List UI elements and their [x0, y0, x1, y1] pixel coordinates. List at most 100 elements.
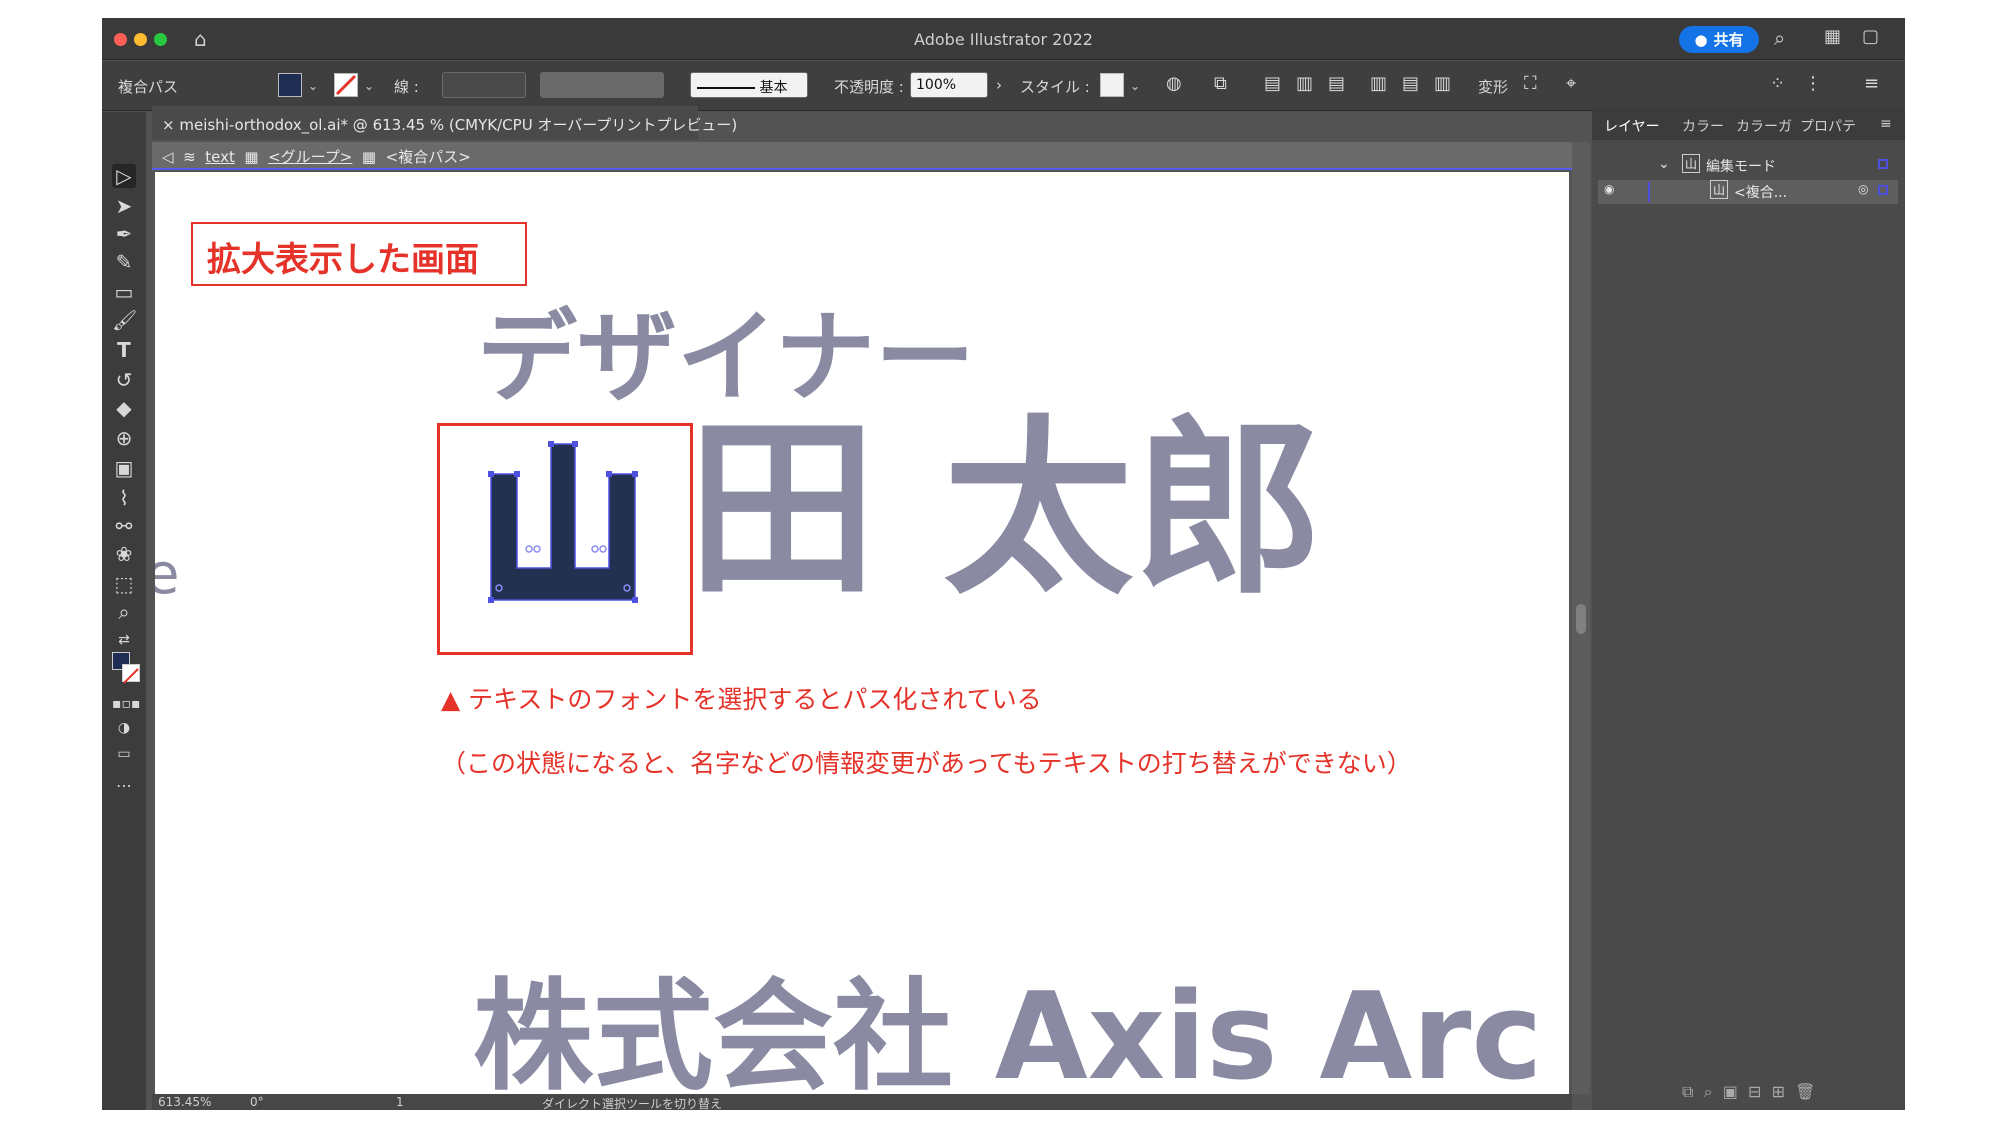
selected-compound-path[interactable]: [481, 438, 681, 628]
share-user-icon: ●: [1694, 30, 1708, 49]
style-label: スタイル :: [1020, 78, 1090, 96]
chevron-down-icon[interactable]: ⌄: [1130, 79, 1140, 93]
recolor-icon[interactable]: ◍: [1166, 73, 1182, 94]
layer-label: <複合...: [1734, 185, 1788, 201]
curvature-tool-icon[interactable]: ✎: [112, 250, 136, 274]
draw-mode-icon[interactable]: ◑: [112, 716, 136, 740]
tab-color-guide[interactable]: カラーガ: [1736, 116, 1792, 136]
rectangle-tool-icon[interactable]: ▭: [112, 280, 136, 304]
workspace-icon[interactable]: ▦: [1824, 26, 1841, 47]
screen-mode-icon[interactable]: ▭: [112, 742, 136, 766]
symbol-sprayer-tool-icon[interactable]: ❀: [112, 542, 136, 566]
title-bar: ⌂ Adobe Illustrator 2022 ● 共有 ⌕ ▦ ▢: [102, 18, 1905, 60]
layer-thumbnail-icon: 山: [1682, 154, 1701, 173]
selection-tool-icon[interactable]: ➤: [112, 194, 136, 218]
align-top-icon[interactable]: ▥: [1370, 73, 1387, 94]
color-mode-icons[interactable]: ▪▫▪: [112, 692, 140, 716]
share-button[interactable]: ● 共有: [1679, 26, 1759, 53]
blend-tool-icon[interactable]: ⚯: [112, 514, 136, 538]
isolate-icon[interactable]: ⛶: [1524, 73, 1537, 94]
stroke-line-preview: [697, 87, 755, 89]
artboard-canvas[interactable]: 拡大表示した画面 e デザイナー 田 太郎 ▲ テキストのフォントを選択するとパ…: [155, 172, 1569, 1094]
stroke-color-box[interactable]: [122, 664, 140, 684]
pen-tool-icon[interactable]: ✒: [112, 222, 136, 246]
align-center-icon[interactable]: ▥: [1296, 73, 1313, 94]
vertical-scrollbar[interactable]: [1572, 142, 1590, 1094]
partial-letter: e: [155, 542, 180, 607]
chevron-down-icon[interactable]: ⌄: [1658, 156, 1670, 172]
opacity-field[interactable]: 100%: [910, 72, 988, 98]
graphic-style-swatch[interactable]: [1100, 73, 1124, 97]
layers-icon: ≋: [178, 148, 201, 166]
eyedropper-tool-icon[interactable]: ⌇: [112, 486, 136, 510]
isolation-breadcrumb: ◁ ≋ text ▦ <グループ> ▦ <複合パス>: [152, 142, 1572, 170]
arrange-icon[interactable]: ⁘: [1770, 73, 1785, 94]
rotate-tool-icon[interactable]: ↺: [112, 368, 136, 392]
distribute-icon[interactable]: ⋮: [1804, 73, 1822, 94]
zoom-tool-icon[interactable]: ⌕: [112, 600, 136, 624]
back-arrow-icon[interactable]: ◁: [162, 148, 174, 166]
gradient-tool-icon[interactable]: ▣: [112, 456, 136, 480]
swap-fill-stroke-icon[interactable]: ⇄: [112, 628, 136, 652]
target-icon[interactable]: ◎: [1858, 182, 1868, 196]
layers-panel: レイヤー カラー カラーガ プロパテ ≡ ⌄ 山 編集モード ◉ 山 <複合..…: [1592, 106, 1905, 1110]
app-title: Adobe Illustrator 2022: [914, 30, 1093, 49]
fill-swatch[interactable]: [278, 73, 302, 97]
type-tool-icon[interactable]: T: [112, 338, 136, 362]
layer-thumbnail-icon: 山: [1710, 180, 1729, 199]
stroke-weight-field[interactable]: [442, 72, 526, 98]
stroke-swatch[interactable]: [334, 73, 358, 97]
scroll-thumb[interactable]: [1576, 604, 1586, 634]
name-rest-text: 田 太郎: [687, 399, 1324, 620]
document-tab-title: meishi-orthodox_ol.ai* @ 613.45 % (CMYK/…: [179, 116, 738, 134]
eraser-tool-icon[interactable]: ◆: [112, 396, 136, 420]
panel-tabs: レイヤー カラー カラーガ プロパテ ≡: [1592, 106, 1905, 140]
selection-indicator[interactable]: [1878, 159, 1888, 169]
layer-row[interactable]: ◉ 山 <複合... ◎: [1598, 180, 1898, 204]
panel-menu-icon[interactable]: ≡: [1880, 116, 1892, 132]
transform-label[interactable]: 変形: [1478, 76, 1508, 97]
window-icon[interactable]: ▢: [1862, 26, 1879, 47]
direct-selection-tool-icon[interactable]: ▷: [112, 164, 136, 188]
shape-builder-tool-icon[interactable]: ⊕: [112, 426, 136, 450]
tab-properties[interactable]: プロパテ: [1800, 116, 1856, 136]
tab-layers[interactable]: レイヤー: [1604, 116, 1660, 136]
stroke-style-dropdown[interactable]: 基本: [690, 72, 808, 98]
align-left-icon[interactable]: ▤: [1264, 73, 1281, 94]
no-stroke-icon: [123, 668, 139, 684]
paintbrush-tool-icon[interactable]: 🖌: [112, 308, 137, 332]
selection-type-label: 複合パス: [118, 78, 179, 96]
artboard-number[interactable]: 1: [396, 1095, 404, 1109]
status-hint: ダイレクト選択ツールを切り替え: [542, 1097, 723, 1110]
stroke-label: 線 :: [394, 78, 419, 96]
align-middle-icon[interactable]: ▤: [1402, 73, 1419, 94]
panel-menu-icon[interactable]: ≡: [1864, 73, 1879, 94]
document-tab[interactable]: × meishi-orthodox_ol.ai* @ 613.45 % (CMY…: [152, 106, 737, 140]
chevron-down-icon[interactable]: ⌄: [364, 79, 374, 93]
chevron-down-icon[interactable]: ⌄: [308, 79, 318, 93]
breadcrumb-item[interactable]: <複合パス>: [386, 148, 471, 166]
variable-width-dropdown[interactable]: [540, 72, 664, 98]
panel-footer-icons[interactable]: ⧉ ⌕ ▣ ⊟ ⊞ 🗑: [1682, 1082, 1816, 1102]
rotation-value[interactable]: 0°: [250, 1095, 264, 1109]
align-to-icon[interactable]: ⧉: [1214, 73, 1227, 94]
layer-row[interactable]: ⌄ 山 編集モード: [1598, 154, 1898, 178]
chevron-right-icon[interactable]: ›: [996, 76, 1002, 94]
breadcrumb-item[interactable]: text: [205, 148, 235, 166]
artboard-tool-icon[interactable]: ⬚: [112, 572, 136, 596]
align-right-icon[interactable]: ▤: [1328, 73, 1345, 94]
search-icon[interactable]: ⌕: [1774, 26, 1785, 50]
edit-toolbar-icon[interactable]: ⋯: [112, 774, 136, 798]
selection-indicator[interactable]: [1878, 185, 1888, 195]
layer-label: 編集モード: [1706, 159, 1776, 175]
stroke-style-label: 基本: [759, 80, 788, 96]
illustrator-window: ⌂ Adobe Illustrator 2022 ● 共有 ⌕ ▦ ▢ 複合パス…: [102, 18, 1905, 1110]
puppet-warp-icon[interactable]: ⌖: [1566, 73, 1576, 94]
close-icon[interactable]: ×: [162, 116, 175, 134]
breadcrumb-item[interactable]: <グループ>: [268, 148, 352, 166]
eye-icon[interactable]: ◉: [1604, 182, 1614, 196]
tab-color[interactable]: カラー: [1682, 116, 1724, 136]
zoom-level[interactable]: 613.45%: [158, 1095, 211, 1109]
align-bottom-icon[interactable]: ▥: [1434, 73, 1451, 94]
compound-path-icon: ▦: [357, 148, 381, 166]
